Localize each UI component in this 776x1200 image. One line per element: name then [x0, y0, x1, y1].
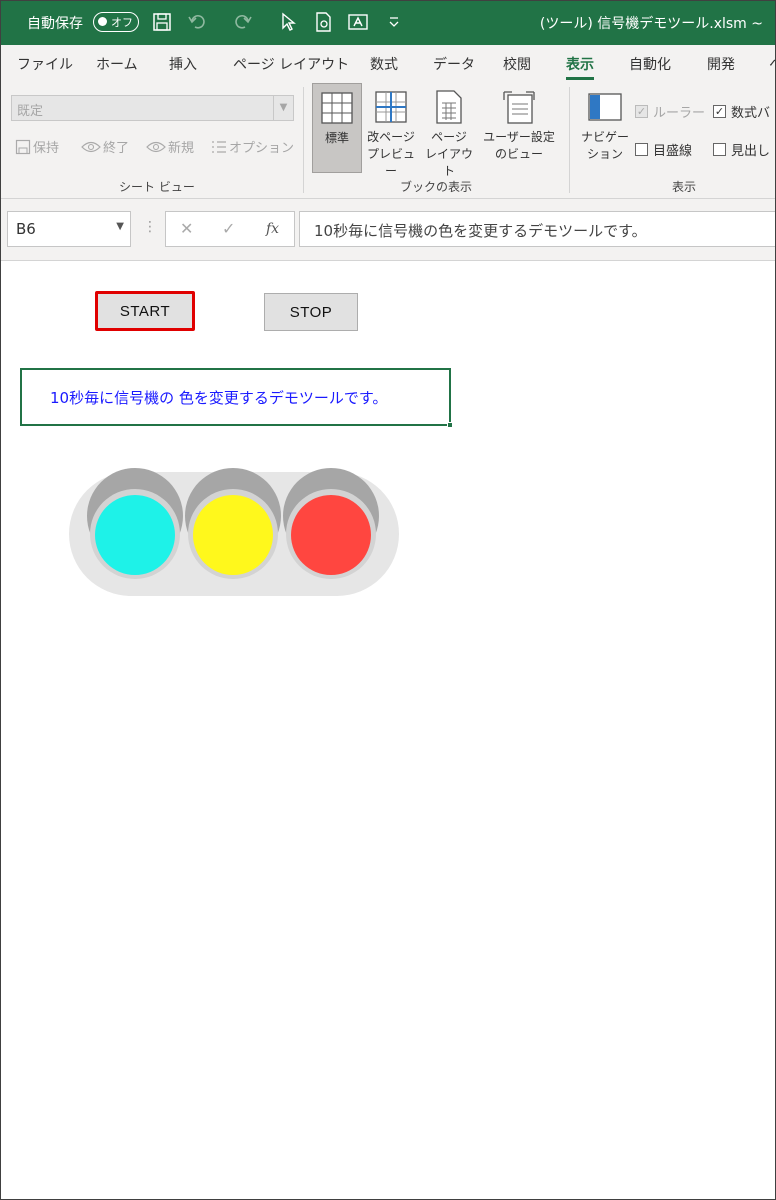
- pointer-icon[interactable]: [277, 10, 299, 34]
- custom-views-label-1: ユーザー設定: [483, 130, 555, 144]
- undo-icon[interactable]: [187, 10, 209, 34]
- toggle-knob: [98, 17, 107, 26]
- print-preview-icon[interactable]: [313, 10, 335, 34]
- title-bar: 自動保存 オフ (ツール) 信号機デモツール.xlsm ~: [1, 1, 775, 45]
- traffic-signal: [69, 468, 399, 596]
- page-layout-icon: [429, 87, 469, 127]
- tab-insert[interactable]: 挿入: [169, 54, 197, 74]
- page-break-label-2: プレビュー: [366, 147, 415, 178]
- new-view-button[interactable]: 新規: [146, 137, 194, 156]
- checkmark-icon: ✓: [713, 105, 726, 118]
- insert-function-icon[interactable]: fx: [266, 221, 279, 237]
- page-break-preview-button[interactable]: 改ページ プレビュー: [364, 83, 418, 180]
- cell-reference: B6: [16, 220, 36, 238]
- navigation-label-2: ション: [586, 147, 623, 161]
- exit-button[interactable]: 終了: [81, 137, 129, 156]
- page-layout-label-2: レイアウト: [424, 147, 473, 178]
- page-break-label-1: 改ページ: [367, 130, 415, 144]
- formula-bar: B6 ▼ ⋮ ✕ ✓ fx 10秒毎に信号機の色を変更するデモツールです。: [1, 199, 775, 261]
- navigation-button[interactable]: ナビゲー ション: [579, 83, 631, 163]
- redo-icon[interactable]: [231, 10, 253, 34]
- checkbox-empty: [635, 143, 648, 156]
- tab-developer[interactable]: 開発: [707, 54, 735, 74]
- stop-button[interactable]: STOP: [264, 293, 358, 331]
- yellow-lamp: [193, 495, 273, 575]
- keep-button[interactable]: 保持: [15, 137, 59, 156]
- text-box-icon[interactable]: [347, 10, 369, 34]
- group-divider: [303, 87, 304, 193]
- headings-checkbox[interactable]: 見出し: [713, 140, 770, 159]
- formula-bar-label: 数式バ: [731, 106, 771, 121]
- navigation-label-1: ナビゲー: [580, 130, 629, 144]
- name-box[interactable]: B6 ▼: [7, 211, 131, 247]
- page-layout-view-button[interactable]: ページ レイアウト: [421, 83, 477, 180]
- formula-bar-checkbox[interactable]: ✓ 数式バ: [713, 102, 770, 121]
- tab-formulas[interactable]: 数式: [370, 54, 398, 74]
- ruler-label: ルーラー: [653, 106, 706, 121]
- grid-icon: [317, 88, 357, 128]
- list-icon: [212, 140, 226, 153]
- tab-data[interactable]: データ: [433, 54, 475, 74]
- start-button[interactable]: START: [95, 291, 195, 331]
- normal-label: 標準: [324, 131, 349, 145]
- autosave-state: オフ: [111, 16, 133, 29]
- formula-input[interactable]: 10秒毎に信号機の色を変更するデモツールです。: [299, 211, 775, 247]
- tab-page-layout[interactable]: ページ レイアウト: [233, 54, 349, 74]
- message-text-box[interactable]: 10秒毎に信号機の 色を変更するデモツールです。: [20, 368, 453, 428]
- autosave-toggle[interactable]: オフ: [93, 12, 139, 32]
- group-divider: [569, 87, 570, 193]
- normal-view-button[interactable]: 標準: [312, 83, 362, 173]
- save-icon: [15, 139, 31, 154]
- tab-home[interactable]: ホーム: [96, 54, 138, 74]
- customize-qat-icon[interactable]: [383, 10, 405, 34]
- chevron-down-icon: ▼: [273, 96, 293, 120]
- chevron-down-icon: ▼: [116, 221, 124, 232]
- message-text: 10秒毎に信号機の 色を変更するデモツールです。: [50, 389, 388, 407]
- more-icon[interactable]: ⋮: [143, 219, 157, 235]
- checkbox-empty: [713, 143, 726, 156]
- tab-file[interactable]: ファイル: [17, 54, 73, 74]
- keep-label: 保持: [33, 141, 60, 156]
- new-label: 新規: [168, 141, 195, 156]
- eye-close-icon: [81, 141, 101, 152]
- page-break-icon: [371, 87, 411, 127]
- window-title: (ツール) 信号機デモツール.xlsm ~: [539, 16, 763, 32]
- excel-window: 自動保存 オフ (ツール) 信号機デモツール.xlsm ~ ファイル ホーム 挿…: [0, 0, 776, 1200]
- enter-icon[interactable]: ✓: [222, 219, 235, 238]
- options-button[interactable]: オプション: [211, 137, 294, 156]
- worksheet[interactable]: START STOP 10秒毎に信号機の 色を変更するデモツールです。: [1, 261, 775, 1199]
- ruler-checkbox[interactable]: ✓ ルーラー: [635, 102, 705, 121]
- exit-label: 終了: [103, 141, 130, 156]
- tab-view[interactable]: 表示: [566, 54, 594, 80]
- tab-help[interactable]: ヘ: [769, 54, 775, 74]
- custom-views-label-2: のビュー: [494, 147, 543, 161]
- green-lamp: [95, 495, 175, 575]
- gridlines-checkbox[interactable]: 目盛線: [635, 140, 692, 159]
- headings-label: 見出し: [731, 144, 771, 159]
- red-lamp: [291, 495, 371, 575]
- autosave-label: 自動保存: [27, 16, 83, 32]
- ribbon-tabs: ファイル ホーム 挿入 ページ レイアウト 数式 データ 校閲 表示 自動化 開…: [1, 45, 775, 81]
- formula-buttons: ✕ ✓ fx: [165, 211, 295, 247]
- sheet-view-group-label: シート ビュー: [119, 180, 195, 194]
- sheet-view-value: 既定: [17, 104, 44, 119]
- resize-handle[interactable]: [447, 422, 453, 428]
- page-layout-label-1: ページ: [431, 130, 467, 144]
- tab-review[interactable]: 校閲: [503, 54, 531, 74]
- eye-add-icon: [146, 141, 166, 152]
- gridlines-label: 目盛線: [653, 144, 693, 159]
- tab-automate[interactable]: 自動化: [629, 54, 671, 74]
- workbook-views-group-label: ブックの表示: [400, 180, 473, 194]
- checkmark-icon: ✓: [635, 105, 648, 118]
- navigation-pane-icon: [585, 87, 625, 127]
- custom-views-icon: [499, 87, 539, 127]
- sheet-view-select[interactable]: 既定 ▼: [11, 95, 294, 121]
- custom-views-button[interactable]: ユーザー設定 のビュー: [479, 83, 559, 163]
- show-group-label: 表示: [672, 180, 697, 194]
- ribbon: 既定 ▼ 保持 終了 新規 オプション シート ビュー 標準 改ページ プレビュ…: [1, 81, 775, 199]
- save-icon[interactable]: [151, 10, 173, 34]
- options-label: オプション: [229, 141, 295, 156]
- cancel-icon[interactable]: ✕: [180, 219, 193, 238]
